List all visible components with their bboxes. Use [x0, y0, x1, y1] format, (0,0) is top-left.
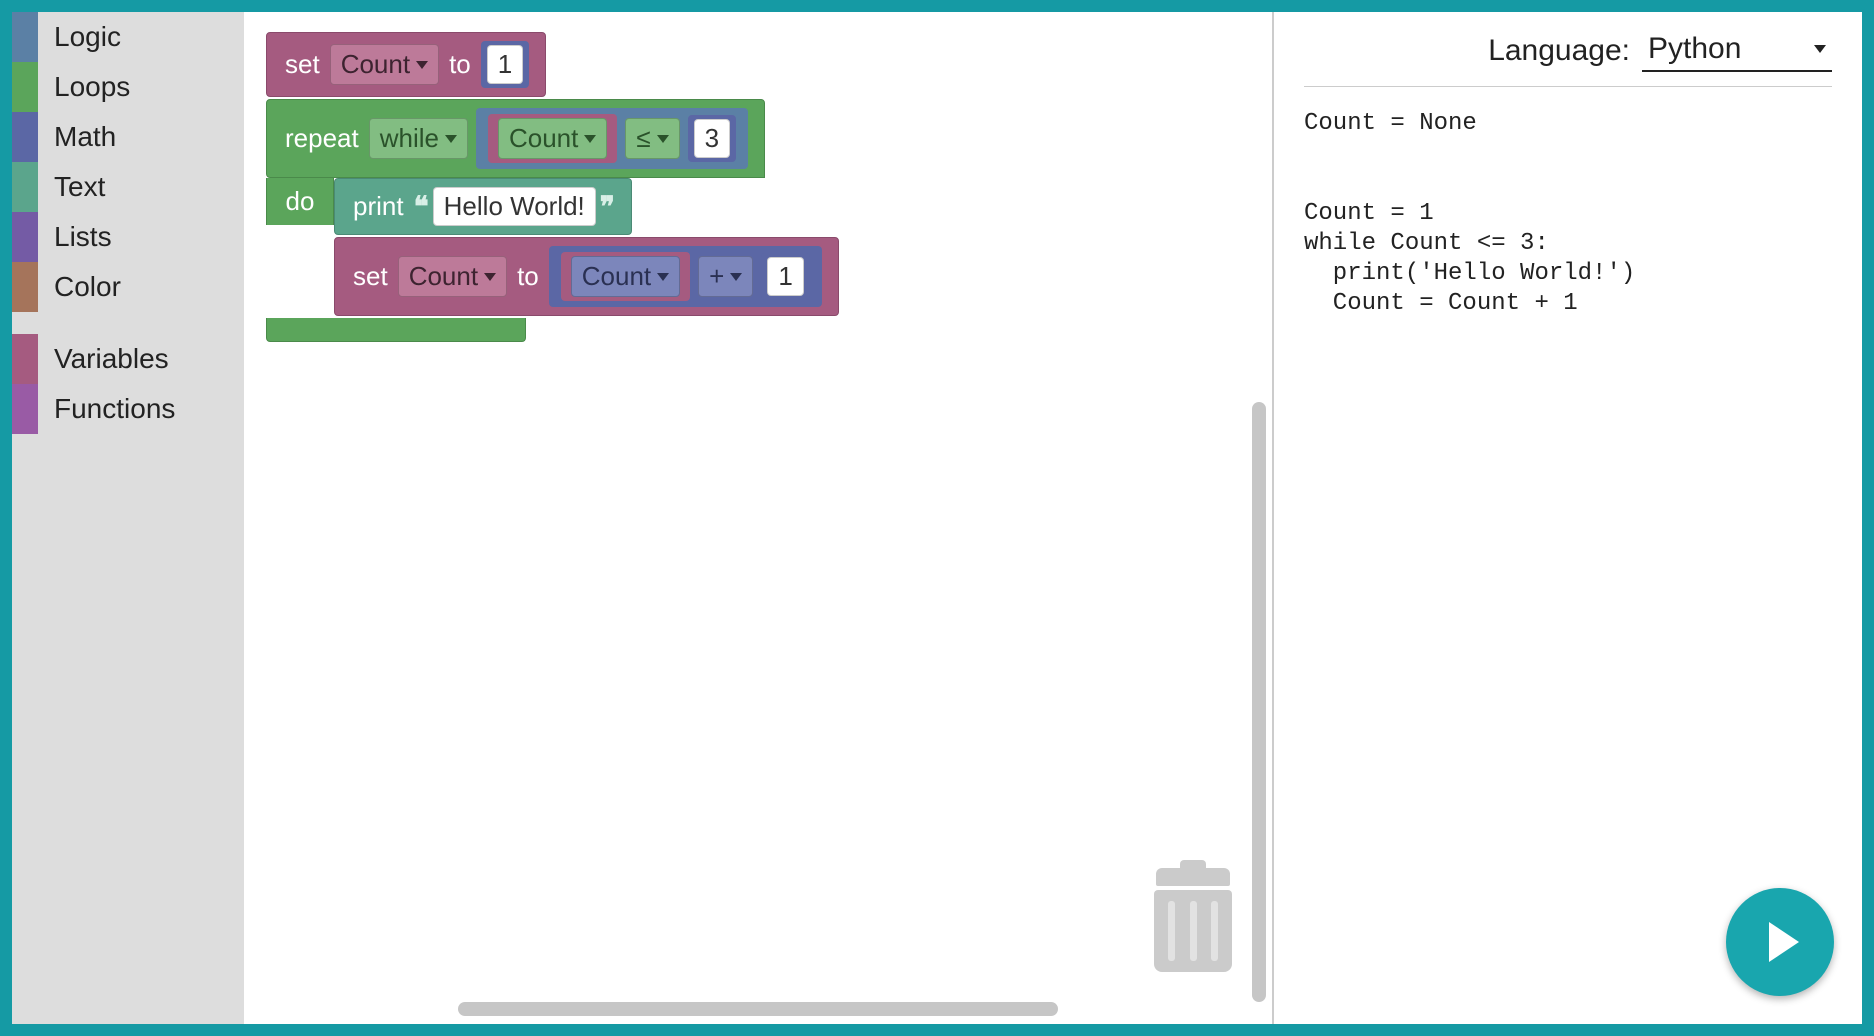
toolbox-item-math[interactable]: Math — [12, 112, 244, 162]
math-number-block[interactable]: 3 — [688, 115, 736, 162]
block-variable-get[interactable]: Count — [561, 252, 690, 301]
toolbox-label: Loops — [38, 71, 130, 103]
math-number-block[interactable]: 1 — [761, 253, 809, 300]
text-field[interactable]: Hello World! — [433, 187, 596, 226]
chevron-down-icon — [1814, 45, 1826, 53]
toolbox-item-logic[interactable]: Logic — [12, 12, 244, 62]
toolbox-label: Variables — [38, 343, 169, 375]
app-frame: Logic Loops Math Text Lists Color Variab… — [12, 12, 1862, 1024]
chevron-down-icon — [416, 61, 428, 69]
chevron-down-icon — [730, 273, 742, 281]
toolbox-sidebar: Logic Loops Math Text Lists Color Variab… — [12, 12, 244, 1024]
variable-dropdown[interactable]: Count — [571, 256, 680, 297]
chevron-down-icon — [657, 273, 669, 281]
variable-dropdown[interactable]: Count — [498, 118, 607, 159]
loop-mode-dropdown[interactable]: while — [369, 118, 468, 159]
variable-name: Count — [509, 123, 578, 154]
language-select[interactable]: Python — [1642, 30, 1832, 72]
compare-op: ≤ — [636, 123, 650, 154]
swatch-logic — [12, 12, 38, 62]
number-field[interactable]: 1 — [487, 45, 523, 84]
toolbox-item-functions[interactable]: Functions — [12, 384, 244, 434]
horizontal-scrollbar[interactable] — [458, 1002, 1058, 1016]
keyword-to: to — [449, 49, 471, 80]
quote-right-icon: ❞ — [600, 190, 615, 224]
toolbox-item-lists[interactable]: Lists — [12, 212, 244, 262]
block-canvas[interactable]: set Count to 1 repeat while — [244, 12, 1272, 1024]
language-value: Python — [1648, 32, 1741, 66]
number-field[interactable]: 1 — [767, 257, 803, 296]
arith-op-dropdown[interactable]: + — [698, 256, 753, 297]
keyword-do: do — [286, 186, 315, 217]
trash-icon[interactable] — [1154, 868, 1232, 972]
toolbox-label: Logic — [38, 21, 121, 53]
language-label: Language: — [1488, 34, 1630, 68]
chevron-down-icon — [584, 135, 596, 143]
language-row: Language: Python — [1304, 30, 1832, 87]
run-button[interactable] — [1726, 888, 1834, 996]
toolbox-label: Color — [38, 271, 121, 303]
loop-mode: while — [380, 123, 439, 154]
toolbox-label: Math — [38, 121, 116, 153]
block-arithmetic[interactable]: Count + 1 — [549, 246, 822, 307]
toolbox-item-color[interactable]: Color — [12, 262, 244, 312]
swatch-color — [12, 262, 38, 312]
play-icon — [1769, 922, 1799, 962]
vertical-scrollbar[interactable] — [1252, 402, 1266, 1002]
variable-name: Count — [409, 261, 478, 292]
keyword-print: print — [353, 191, 404, 222]
loop-body: print ❝ Hello World! ❞ set Count — [334, 178, 839, 318]
number-field[interactable]: 3 — [694, 119, 730, 158]
keyword-set: set — [285, 49, 320, 80]
compare-op-dropdown[interactable]: ≤ — [625, 118, 679, 159]
math-number-block[interactable]: 1 — [481, 41, 529, 88]
toolbox-label: Lists — [38, 221, 112, 253]
block-print[interactable]: print ❝ Hello World! ❞ — [334, 178, 632, 235]
code-panel: Language: Python Count = None Count = 1 … — [1272, 12, 1862, 1024]
arith-op: + — [709, 261, 724, 292]
keyword-to: to — [517, 261, 539, 292]
swatch-math — [12, 112, 38, 162]
toolbox-item-loops[interactable]: Loops — [12, 62, 244, 112]
variable-dropdown[interactable]: Count — [330, 44, 439, 85]
block-compare[interactable]: Count ≤ 3 — [476, 108, 748, 169]
chevron-down-icon — [484, 273, 496, 281]
quote-left-icon: ❝ — [414, 190, 429, 224]
block-workspace[interactable]: set Count to 1 repeat while — [244, 12, 1272, 1024]
generated-code: Count = None Count = 1 while Count <= 3:… — [1304, 109, 1832, 319]
toolbox-label: Functions — [38, 393, 175, 425]
toolbox-item-text[interactable]: Text — [12, 162, 244, 212]
swatch-loops — [12, 62, 38, 112]
loop-footer — [266, 318, 526, 342]
swatch-variables — [12, 334, 38, 384]
keyword-repeat: repeat — [285, 123, 359, 154]
chevron-down-icon — [657, 135, 669, 143]
variable-dropdown[interactable]: Count — [398, 256, 507, 297]
block-set-variable[interactable]: set Count to Count — [334, 237, 839, 316]
variable-name: Count — [341, 49, 410, 80]
block-stack-root: set Count to 1 repeat while — [266, 32, 1250, 342]
keyword-set: set — [353, 261, 388, 292]
chevron-down-icon — [445, 135, 457, 143]
variable-name: Count — [582, 261, 651, 292]
toolbox-label: Text — [38, 171, 105, 203]
toolbox-separator — [12, 312, 244, 334]
block-set-variable[interactable]: set Count to 1 — [266, 32, 546, 97]
block-while-loop[interactable]: repeat while Count — [266, 99, 839, 342]
toolbox-item-variables[interactable]: Variables — [12, 334, 244, 384]
swatch-lists — [12, 212, 38, 262]
swatch-functions — [12, 384, 38, 434]
block-variable-get[interactable]: Count — [488, 114, 617, 163]
swatch-text — [12, 162, 38, 212]
